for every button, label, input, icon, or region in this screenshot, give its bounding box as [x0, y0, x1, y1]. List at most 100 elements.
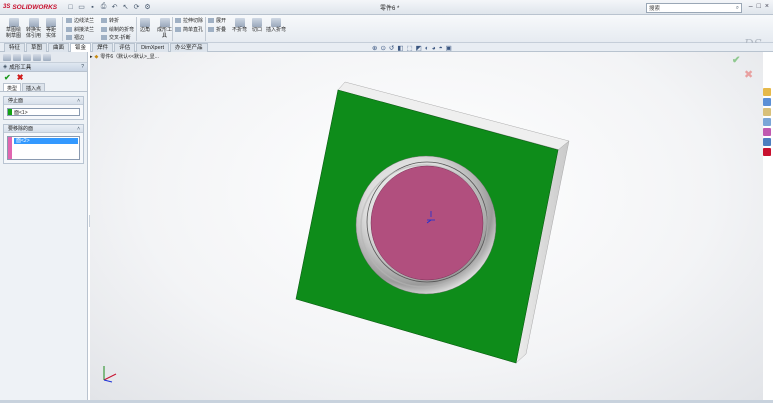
- simple-hole-icon: [175, 27, 181, 32]
- open-icon[interactable]: ▭: [77, 3, 86, 12]
- cmd-insert-bends[interactable]: 插入折弯: [266, 18, 286, 34]
- edit-appearance-icon[interactable]: ◕: [432, 45, 436, 52]
- tab-1[interactable]: 草图: [26, 43, 48, 52]
- display-manager-icon[interactable]: [43, 54, 51, 61]
- cmd-row-label: 折叠: [216, 27, 227, 33]
- close-button[interactable]: ×: [765, 3, 769, 10]
- cancel-button[interactable]: ✖: [17, 73, 24, 82]
- appearances-icon[interactable]: [763, 128, 771, 136]
- cmd-miter-flange[interactable]: 斜接法兰: [66, 26, 94, 33]
- property-tabs: 类型 插入点: [0, 83, 87, 92]
- model-view[interactable]: [90, 52, 763, 400]
- expand-arrow-icon[interactable]: ▸: [90, 54, 93, 60]
- dimxpert-manager-icon[interactable]: [33, 54, 41, 61]
- ok-button[interactable]: ✔: [4, 73, 11, 82]
- cmd-hem[interactable]: 褶边: [66, 34, 84, 41]
- confirm-ok-button[interactable]: ✔: [732, 55, 740, 66]
- cmd-sketched-bend[interactable]: 绘制的折弯: [101, 26, 134, 33]
- tab-0[interactable]: 特征: [4, 43, 26, 52]
- faces-to-remove-swatch: [8, 137, 12, 159]
- section-view-icon[interactable]: ◧: [397, 44, 403, 52]
- stop-face-header[interactable]: 停止面 ˄: [4, 97, 83, 105]
- solidworks-logo[interactable]: 3S SOLIDWORKS: [0, 0, 58, 15]
- cmd-offset-entities[interactable]: 等距 实体: [46, 18, 56, 39]
- maximize-button[interactable]: □: [757, 3, 761, 10]
- unfold-icon: [208, 18, 214, 23]
- logo-text: SOLIDWORKS: [12, 3, 58, 11]
- zoom-to-fit-icon[interactable]: ⊕: [372, 44, 377, 52]
- cmd-sketch[interactable]: 草图绘 制草图: [6, 18, 21, 39]
- document-title: 零件6 *: [380, 6, 400, 12]
- select-icon[interactable]: ↖: [121, 3, 130, 12]
- cmd-convert-entities[interactable]: 转换实 体引用: [26, 18, 41, 39]
- cmd-unfold[interactable]: 展开: [208, 17, 226, 24]
- zoom-area-icon[interactable]: ⊙: [380, 44, 385, 52]
- graphics-area[interactable]: [90, 52, 763, 400]
- tab-5[interactable]: 评估: [114, 43, 136, 52]
- tab-6[interactable]: DimXpert: [136, 43, 170, 52]
- save-icon[interactable]: ▪: [88, 3, 97, 12]
- cmd-corner[interactable]: 边角: [140, 18, 150, 34]
- manager-tabs: [0, 52, 87, 63]
- tab-3[interactable]: 钣金: [70, 43, 92, 52]
- tab-4[interactable]: 焊件: [92, 43, 114, 52]
- cmd-cross-break[interactable]: 交叉-折断: [101, 34, 131, 41]
- hide-show-icon[interactable]: ◐: [425, 45, 429, 52]
- view-palette-icon[interactable]: [763, 118, 771, 126]
- search-placeholder: 搜索: [649, 6, 661, 12]
- search-icon[interactable]: ⌕: [736, 5, 741, 12]
- cmd-row-label: 交叉-折断: [109, 35, 131, 41]
- property-manager-icon[interactable]: [13, 54, 21, 61]
- faces-to-remove-list[interactable]: 面<2>: [7, 136, 80, 160]
- cmd-label: 切口: [252, 27, 263, 33]
- feature-manager-icon[interactable]: [3, 54, 11, 61]
- list-item[interactable]: 面<2>: [14, 138, 78, 144]
- window-controls: – □ ×: [749, 3, 769, 10]
- help-icon[interactable]: ?: [81, 64, 84, 70]
- tab-2[interactable]: 曲面: [48, 43, 70, 52]
- cmd-edge-flange[interactable]: 边线法兰: [66, 17, 94, 24]
- tab-type[interactable]: 类型: [3, 83, 22, 92]
- cmd-no-bends[interactable]: 不折弯: [232, 18, 247, 34]
- minimize-button[interactable]: –: [749, 3, 753, 10]
- cmd-rip[interactable]: 切口: [252, 18, 262, 34]
- stop-face-field[interactable]: 面<1>: [7, 108, 80, 116]
- cmd-extruded-cut[interactable]: 拉伸切除: [175, 17, 203, 24]
- faces-to-remove-header[interactable]: 要移除的面 ˄: [4, 125, 83, 133]
- chevron-up-icon[interactable]: ˄: [77, 126, 80, 132]
- cmd-row-label: 绘制的折弯: [109, 27, 135, 33]
- new-icon[interactable]: □: [66, 3, 75, 12]
- cmd-forming-tool[interactable]: 成形工 具: [157, 18, 172, 39]
- cmd-row-label: 转折: [109, 18, 120, 24]
- rebuild-icon[interactable]: ⟳: [132, 3, 141, 12]
- view-orientation-icon[interactable]: ⬚: [407, 44, 413, 52]
- resources-icon[interactable]: [763, 88, 771, 96]
- previous-view-icon[interactable]: ↺: [389, 44, 394, 52]
- apply-scene-icon[interactable]: ◓: [439, 45, 443, 52]
- undo-icon[interactable]: ↶: [110, 3, 119, 12]
- cmd-jog[interactable]: 转折: [101, 17, 119, 24]
- tab-insert-point[interactable]: 插入点: [22, 83, 46, 92]
- tab-label: 焊件: [97, 45, 109, 51]
- feature-tree-flyout[interactable]: ▸ ◆ 零件6（默认<<默认>_显...: [90, 53, 159, 61]
- chevron-up-icon[interactable]: ˄: [77, 98, 80, 104]
- faces-to-remove-group: 要移除的面 ˄ 面<2>: [3, 124, 84, 164]
- print-icon[interactable]: ⎙: [99, 3, 108, 12]
- cmd-fold[interactable]: 折叠: [208, 26, 226, 33]
- configuration-manager-icon[interactable]: [23, 54, 31, 61]
- miter-flange-icon: [66, 27, 72, 32]
- view-settings-icon[interactable]: ▣: [446, 44, 452, 52]
- cmd-simple-hole[interactable]: 简单直孔: [175, 26, 203, 33]
- convert-entities-icon: [28, 18, 39, 27]
- search-input[interactable]: 搜索 ⌕: [646, 3, 742, 13]
- design-library-icon[interactable]: [763, 98, 771, 106]
- ok-cancel-row: ✔ ✖: [0, 72, 87, 83]
- display-style-icon[interactable]: ◩: [416, 44, 422, 52]
- cmd-row-label: 褶边: [74, 35, 85, 41]
- solidworks-forum-icon[interactable]: [763, 148, 771, 156]
- tab-7[interactable]: 办公室产品: [170, 43, 208, 52]
- custom-properties-icon[interactable]: [763, 138, 771, 146]
- options-icon[interactable]: ⚙: [143, 3, 152, 12]
- confirm-cancel-button[interactable]: ✖: [744, 68, 753, 81]
- file-explorer-icon[interactable]: [763, 108, 771, 116]
